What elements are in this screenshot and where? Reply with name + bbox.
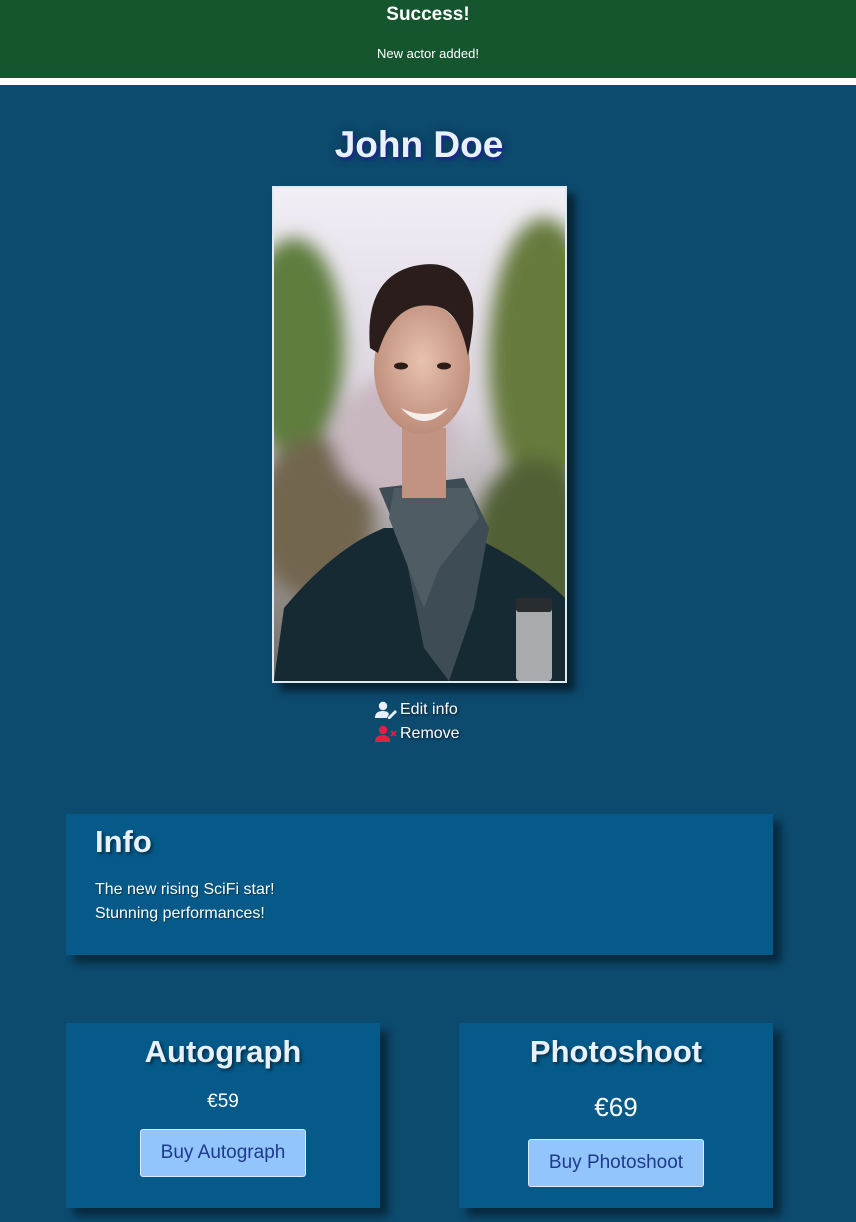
info-line: Stunning performances! — [95, 905, 265, 922]
info-heading: Info — [95, 824, 152, 859]
edit-info-link[interactable]: Edit info — [374, 698, 494, 722]
edit-info-label: Edit info — [400, 701, 458, 718]
alert-message: New actor added! — [377, 46, 479, 61]
portrait-image — [274, 188, 565, 681]
autograph-price: €59 — [207, 1091, 239, 1112]
actor-name-title: John Doe — [334, 124, 504, 165]
actor-portrait — [272, 186, 567, 683]
success-alert: Success! New actor added! — [0, 0, 856, 78]
info-line: The new rising SciFi star! — [95, 881, 275, 898]
autograph-card: Autograph €59 Buy Autograph — [66, 1023, 380, 1208]
remove-link[interactable]: Remove — [374, 722, 494, 746]
photoshoot-title: Photoshoot — [529, 1034, 703, 1069]
alert-title: Success! — [386, 4, 470, 25]
remove-label: Remove — [400, 725, 460, 742]
photoshoot-card: Photoshoot €69 Buy Photoshoot — [459, 1023, 773, 1208]
actor-actions: Edit info Remove — [374, 698, 494, 746]
alert-divider — [0, 78, 856, 85]
info-card: Info The new rising SciFi star! Stunning… — [66, 814, 773, 955]
buy-photoshoot-button[interactable]: Buy Photoshoot — [528, 1139, 704, 1187]
autograph-title: Autograph — [144, 1034, 302, 1069]
user-edit-icon — [374, 701, 398, 719]
user-remove-icon — [374, 725, 398, 743]
buy-autograph-button[interactable]: Buy Autograph — [140, 1129, 306, 1177]
photoshoot-price: €69 — [594, 1092, 638, 1122]
